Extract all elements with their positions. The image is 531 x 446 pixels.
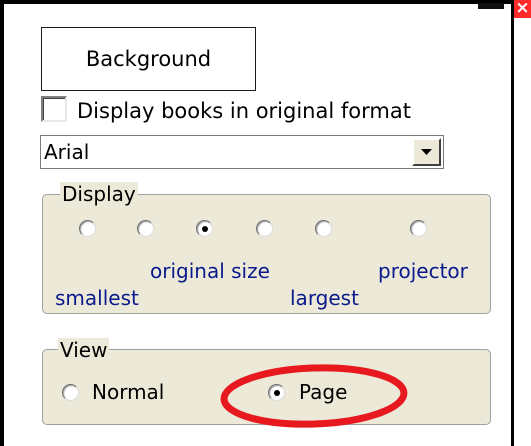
panel-border-right [511,0,514,446]
display-radio-projector[interactable] [410,220,427,237]
window-frame-handle [478,3,504,9]
display-label-largest[interactable]: largest [290,286,359,310]
display-radio-original-size[interactable] [196,220,213,237]
original-format-checkbox-label[interactable]: Display books in original format [77,99,411,123]
display-radio-small[interactable] [137,220,154,237]
background-button[interactable]: Background [41,27,256,91]
font-select-value: Arial [44,140,90,164]
display-label-projector[interactable]: projector [378,259,468,283]
view-label-normal[interactable]: Normal [92,380,164,404]
window-border-left [0,0,4,446]
display-radio-largest[interactable] [315,220,332,237]
view-radio-normal[interactable] [62,384,79,401]
display-group-title: Display [60,182,138,206]
background-button-label: Background [85,47,212,71]
original-format-checkbox[interactable] [41,96,67,122]
display-label-smallest[interactable]: smallest [55,286,139,310]
chevron-down-icon [421,149,432,155]
display-radio-large[interactable] [256,220,273,237]
display-label-original-size[interactable]: original size [150,259,270,283]
font-select-dropdown-button[interactable] [412,138,441,166]
font-select[interactable] [40,135,444,169]
view-group-title: View [58,338,110,362]
radio-selected-dot [202,226,208,232]
display-radio-smallest[interactable] [79,220,96,237]
window-border-top [0,0,515,4]
close-icon[interactable]: × [514,0,531,18]
highlight-ellipse [220,364,408,428]
